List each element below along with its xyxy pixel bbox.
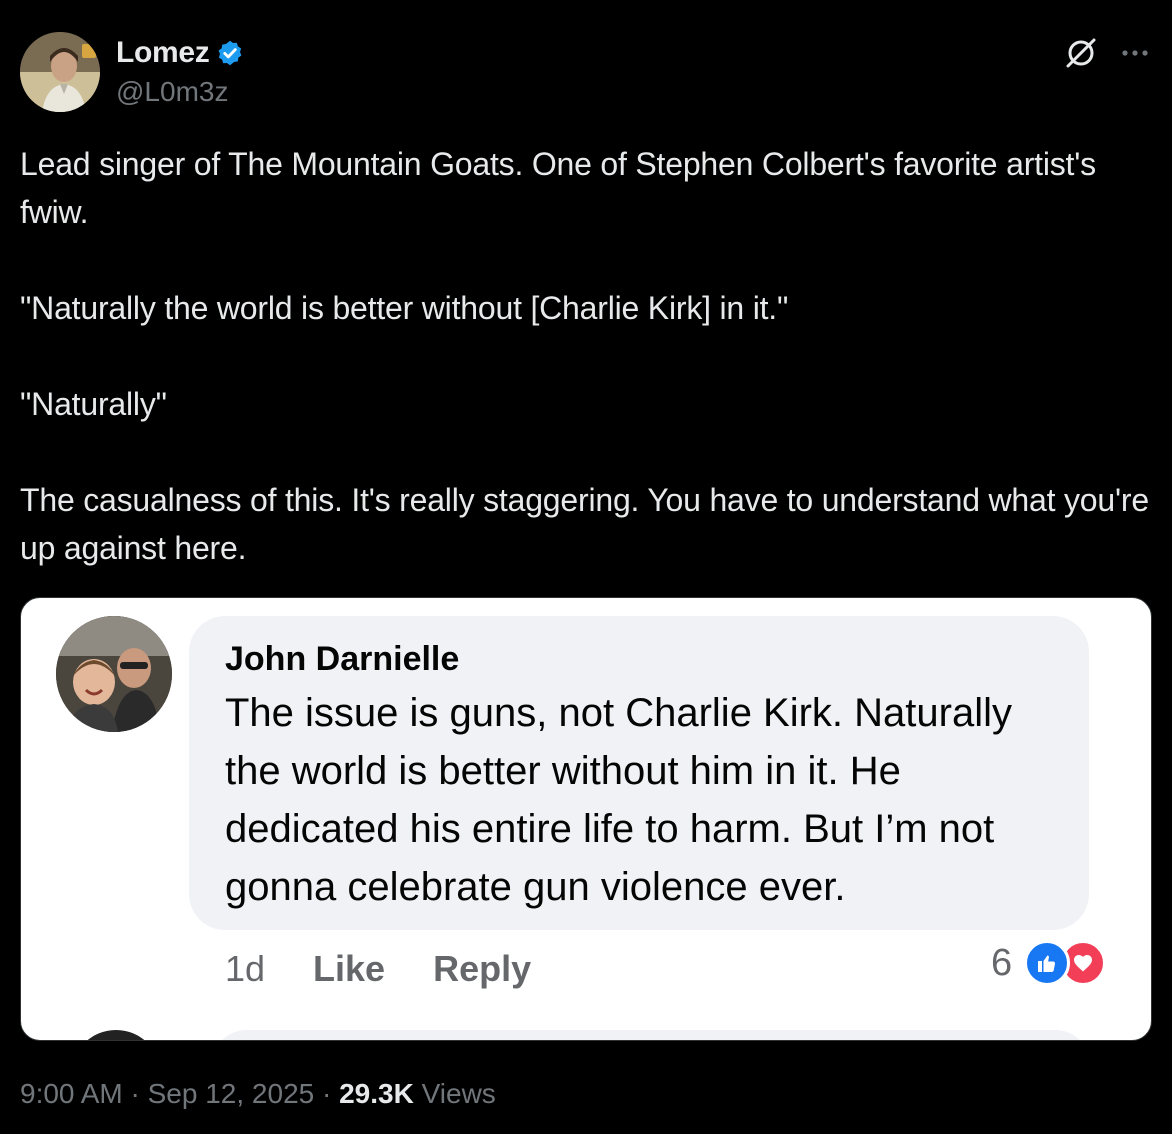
thumbs-up-reaction-icon: [1024, 940, 1071, 986]
comment-reply-label: Reply: [433, 948, 532, 989]
comment-bubble: John Darnielle The issue is guns, not Ch…: [189, 616, 1089, 930]
comment-like-label: Like: [313, 948, 386, 989]
tweet-time[interactable]: 9:00 AM: [20, 1078, 123, 1109]
verified-badge-icon: [216, 39, 244, 67]
author-name-row: Lomez: [116, 36, 244, 70]
tweet-paragraph: Lead singer of The Mountain Goats. One o…: [20, 146, 1096, 230]
meta-separator: ·: [130, 1078, 140, 1109]
embedded-screenshot[interactable]: John Darnielle The issue is guns, not Ch…: [20, 597, 1152, 1041]
author-avatar[interactable]: [20, 32, 100, 112]
author-display-name[interactable]: Lomez: [116, 36, 210, 70]
tweet-header: Lomez @L0m3z: [20, 32, 1152, 112]
views-label[interactable]: Views: [422, 1078, 496, 1109]
tweet-date[interactable]: Sep 12, 2025: [148, 1078, 315, 1109]
author-handle[interactable]: @L0m3z: [116, 76, 228, 108]
tweet-meta: 9:00 AM · Sep 12, 2025 · 29.3K Views: [20, 1078, 496, 1110]
tweet-paragraph: "Naturally the world is better without […: [20, 290, 789, 326]
comment-text: The issue is guns, not Charlie Kirk. Nat…: [225, 691, 1012, 909]
next-comment-bubble: [211, 1030, 1091, 1040]
meta-separator: ·: [322, 1078, 332, 1109]
commenter-avatar: [56, 616, 172, 732]
comment-time: 1d: [225, 948, 266, 989]
reaction-count: 6: [991, 941, 1013, 984]
comment-actions: 1d Like Reply: [225, 948, 531, 990]
tweet-body: Lead singer of The Mountain Goats. One o…: [20, 140, 1152, 572]
commenter-name: John Darnielle: [225, 640, 460, 678]
tweet-paragraph: The casualness of this. It's really stag…: [20, 482, 1149, 566]
views-count[interactable]: 29.3K: [339, 1078, 414, 1109]
more-options-icon[interactable]: [1118, 36, 1152, 70]
tweet-paragraph: "Naturally": [20, 386, 167, 422]
grok-icon[interactable]: [1064, 36, 1098, 70]
next-comment-avatar: [71, 1030, 161, 1040]
comment-reactions: 6: [991, 940, 1107, 986]
